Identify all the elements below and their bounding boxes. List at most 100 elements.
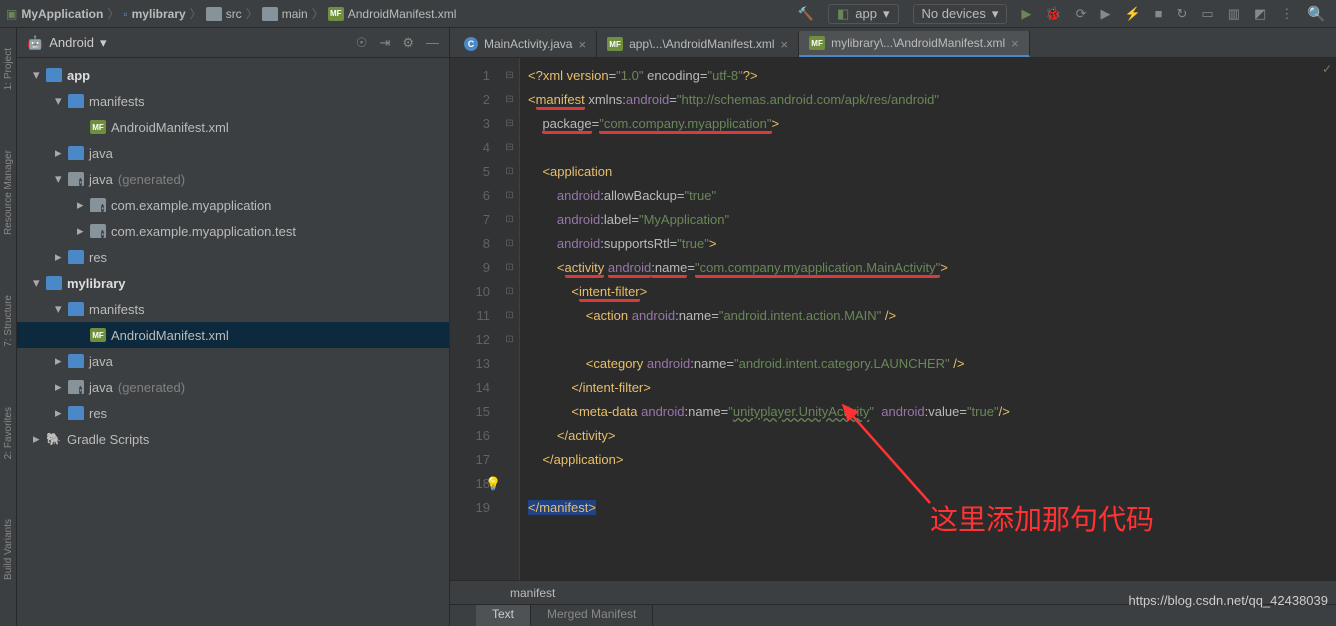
fold-marker[interactable]: ⊡ [500,256,519,280]
toolbar-actions: 🔨 ◧ app ▾ No devices ▾ ▶ 🐞 ⟳ ▶ ⚡ ■ ↻ ▭ ▥… [798,4,1336,24]
rail-tab-structure[interactable]: 7: Structure [3,295,14,347]
close-icon[interactable]: × [1011,36,1019,51]
attach-debugger-icon[interactable]: ⚡ [1124,6,1140,22]
tree-suffix: (generated) [118,172,185,187]
expand-arrow-icon[interactable]: ▾ [55,93,63,109]
profile-icon[interactable]: ⟳ [1076,6,1087,22]
expand-arrow-icon[interactable]: ▸ [55,379,63,395]
stop-icon[interactable]: ■ [1155,6,1163,21]
package-folder-icon [68,172,84,186]
fold-marker[interactable]: ⊡ [500,208,519,232]
fold-marker[interactable]: ⊡ [500,280,519,304]
target-icon[interactable]: ☉ [356,35,368,51]
project-tree[interactable]: ▾app▾manifestsMFAndroidManifest.xml▸java… [17,58,449,626]
fold-marker[interactable]: ⊡ [500,160,519,184]
rail-tab-favorites[interactable]: 2: Favorites [3,407,14,459]
gear-icon[interactable]: ⚙ [402,35,414,51]
sidebar-header: 🤖 Android ▾ ☉ ⇥ ⚙ — [17,28,449,58]
fold-marker[interactable]: ⊟ [500,136,519,160]
expand-arrow-icon[interactable]: ▾ [33,67,41,83]
fold-marker[interactable]: ⊟ [500,112,519,136]
editor-tab[interactable]: MFapp\...\AndroidManifest.xml× [597,31,799,57]
tree-label: app [67,68,90,83]
breadcrumb-sep: 〉 [190,5,202,22]
line-number: 12 [450,328,490,352]
tree-label: res [89,406,107,421]
fold-marker[interactable]: ⊡ [500,184,519,208]
breadcrumb-item[interactable]: MyApplication [21,7,103,21]
tree-node[interactable]: ▸java [17,348,449,374]
tree-label: java [89,172,113,187]
fold-marker[interactable]: ⊟ [500,64,519,88]
chevron-down-icon: ▾ [883,6,890,22]
tree-node[interactable]: ▸com.example.myapplication.test [17,218,449,244]
tree-node[interactable]: ▾manifests [17,296,449,322]
expand-arrow-icon[interactable]: ▸ [55,353,63,369]
tree-node[interactable]: MFAndroidManifest.xml [17,322,449,348]
run-icon[interactable]: ▶ [1021,6,1031,22]
expand-arrow-icon[interactable]: ▸ [77,197,85,213]
expand-arrow-icon[interactable]: ▸ [55,145,63,161]
fold-marker[interactable]: ⊟ [500,88,519,112]
expand-arrow-icon[interactable]: ▸ [55,405,63,421]
tree-node[interactable]: ▾ java (generated) [17,166,449,192]
tab-merged-manifest[interactable]: Merged Manifest [531,605,653,626]
chevron-down-icon[interactable]: ▾ [100,35,107,51]
sync-icon[interactable]: ↻ [1177,6,1188,22]
hammer-icon[interactable]: 🔨 [798,6,814,22]
sdk-icon[interactable]: ▥ [1228,6,1240,22]
expand-arrow-icon[interactable]: ▸ [33,431,41,447]
manifest-file-icon: MF [90,120,106,134]
editor-breadcrumb-item[interactable]: manifest [510,586,555,600]
code-editor[interactable]: <?xml version="1.0" encoding="utf-8"?> <… [520,58,1336,580]
expand-arrow-icon[interactable]: ▸ [55,249,63,265]
coverage-icon[interactable]: ▶ [1100,6,1110,22]
hide-icon[interactable]: — [426,35,439,51]
editor-tab[interactable]: MFmylibrary\...\AndroidManifest.xml× [799,31,1030,57]
close-icon[interactable]: × [780,37,788,52]
rail-tab-project[interactable]: 1: Project [3,48,14,90]
tree-node[interactable]: ▸java (generated) [17,374,449,400]
tree-node[interactable]: ▸ res [17,244,449,270]
tree-node[interactable]: ▸ res [17,400,449,426]
tree-node[interactable]: ▾mylibrary [17,270,449,296]
layout-icon[interactable]: ◩ [1254,6,1266,22]
breadcrumb-item[interactable]: src [226,7,242,21]
tree-node[interactable]: MFAndroidManifest.xml [17,114,449,140]
editor-tab[interactable]: CMainActivity.java× [454,31,597,57]
breadcrumb-item[interactable]: AndroidManifest.xml [348,7,457,21]
line-gutter: 12345678910111213141516171819 [450,58,500,580]
tree-node[interactable]: ▾ manifests [17,88,449,114]
more-icon[interactable]: ⋮ [1280,6,1293,22]
run-config-selector[interactable]: ◧ app ▾ [828,4,899,24]
rail-tab-resource[interactable]: Resource Manager [3,150,14,235]
avd-icon[interactable]: ▭ [1201,6,1213,22]
tab-text[interactable]: Text [476,605,531,626]
tree-label: com.example.myapplication [111,198,271,213]
breadcrumb-item[interactable]: main [282,7,308,21]
tree-label: manifests [89,94,145,109]
fold-marker[interactable]: ⊡ [500,304,519,328]
tree-node[interactable]: ▸ com.example.myapplication [17,192,449,218]
tree-label: res [89,250,107,265]
expand-arrow-icon[interactable]: ▾ [55,301,63,317]
fold-gutter[interactable]: ⊟⊟⊟⊟⊡⊡⊡⊡⊡⊡⊡⊡ [500,58,520,580]
search-icon[interactable]: 🔍 [1307,5,1326,23]
chevron-down-icon: ▾ [992,6,999,22]
rail-tab-variants[interactable]: Build Variants [3,519,14,580]
expand-arrow-icon[interactable]: ▾ [55,171,63,187]
tree-node[interactable]: ▸🐘Gradle Scripts [17,426,449,452]
fold-marker[interactable]: ⊡ [500,328,519,352]
fold-marker[interactable]: ⊡ [500,232,519,256]
module-icon: ▫ [123,7,127,21]
close-icon[interactable]: × [578,37,586,52]
device-selector[interactable]: No devices ▾ [913,4,1008,24]
collapse-icon[interactable]: ⇥ [379,35,390,51]
debug-icon[interactable]: 🐞 [1045,6,1061,22]
breadcrumb-item[interactable]: mylibrary [132,7,186,21]
expand-arrow-icon[interactable]: ▸ [77,223,85,239]
tree-node[interactable]: ▾ app [17,62,449,88]
manifest-file-icon: MF [328,7,344,21]
tree-node[interactable]: ▸java [17,140,449,166]
expand-arrow-icon[interactable]: ▾ [33,275,41,291]
